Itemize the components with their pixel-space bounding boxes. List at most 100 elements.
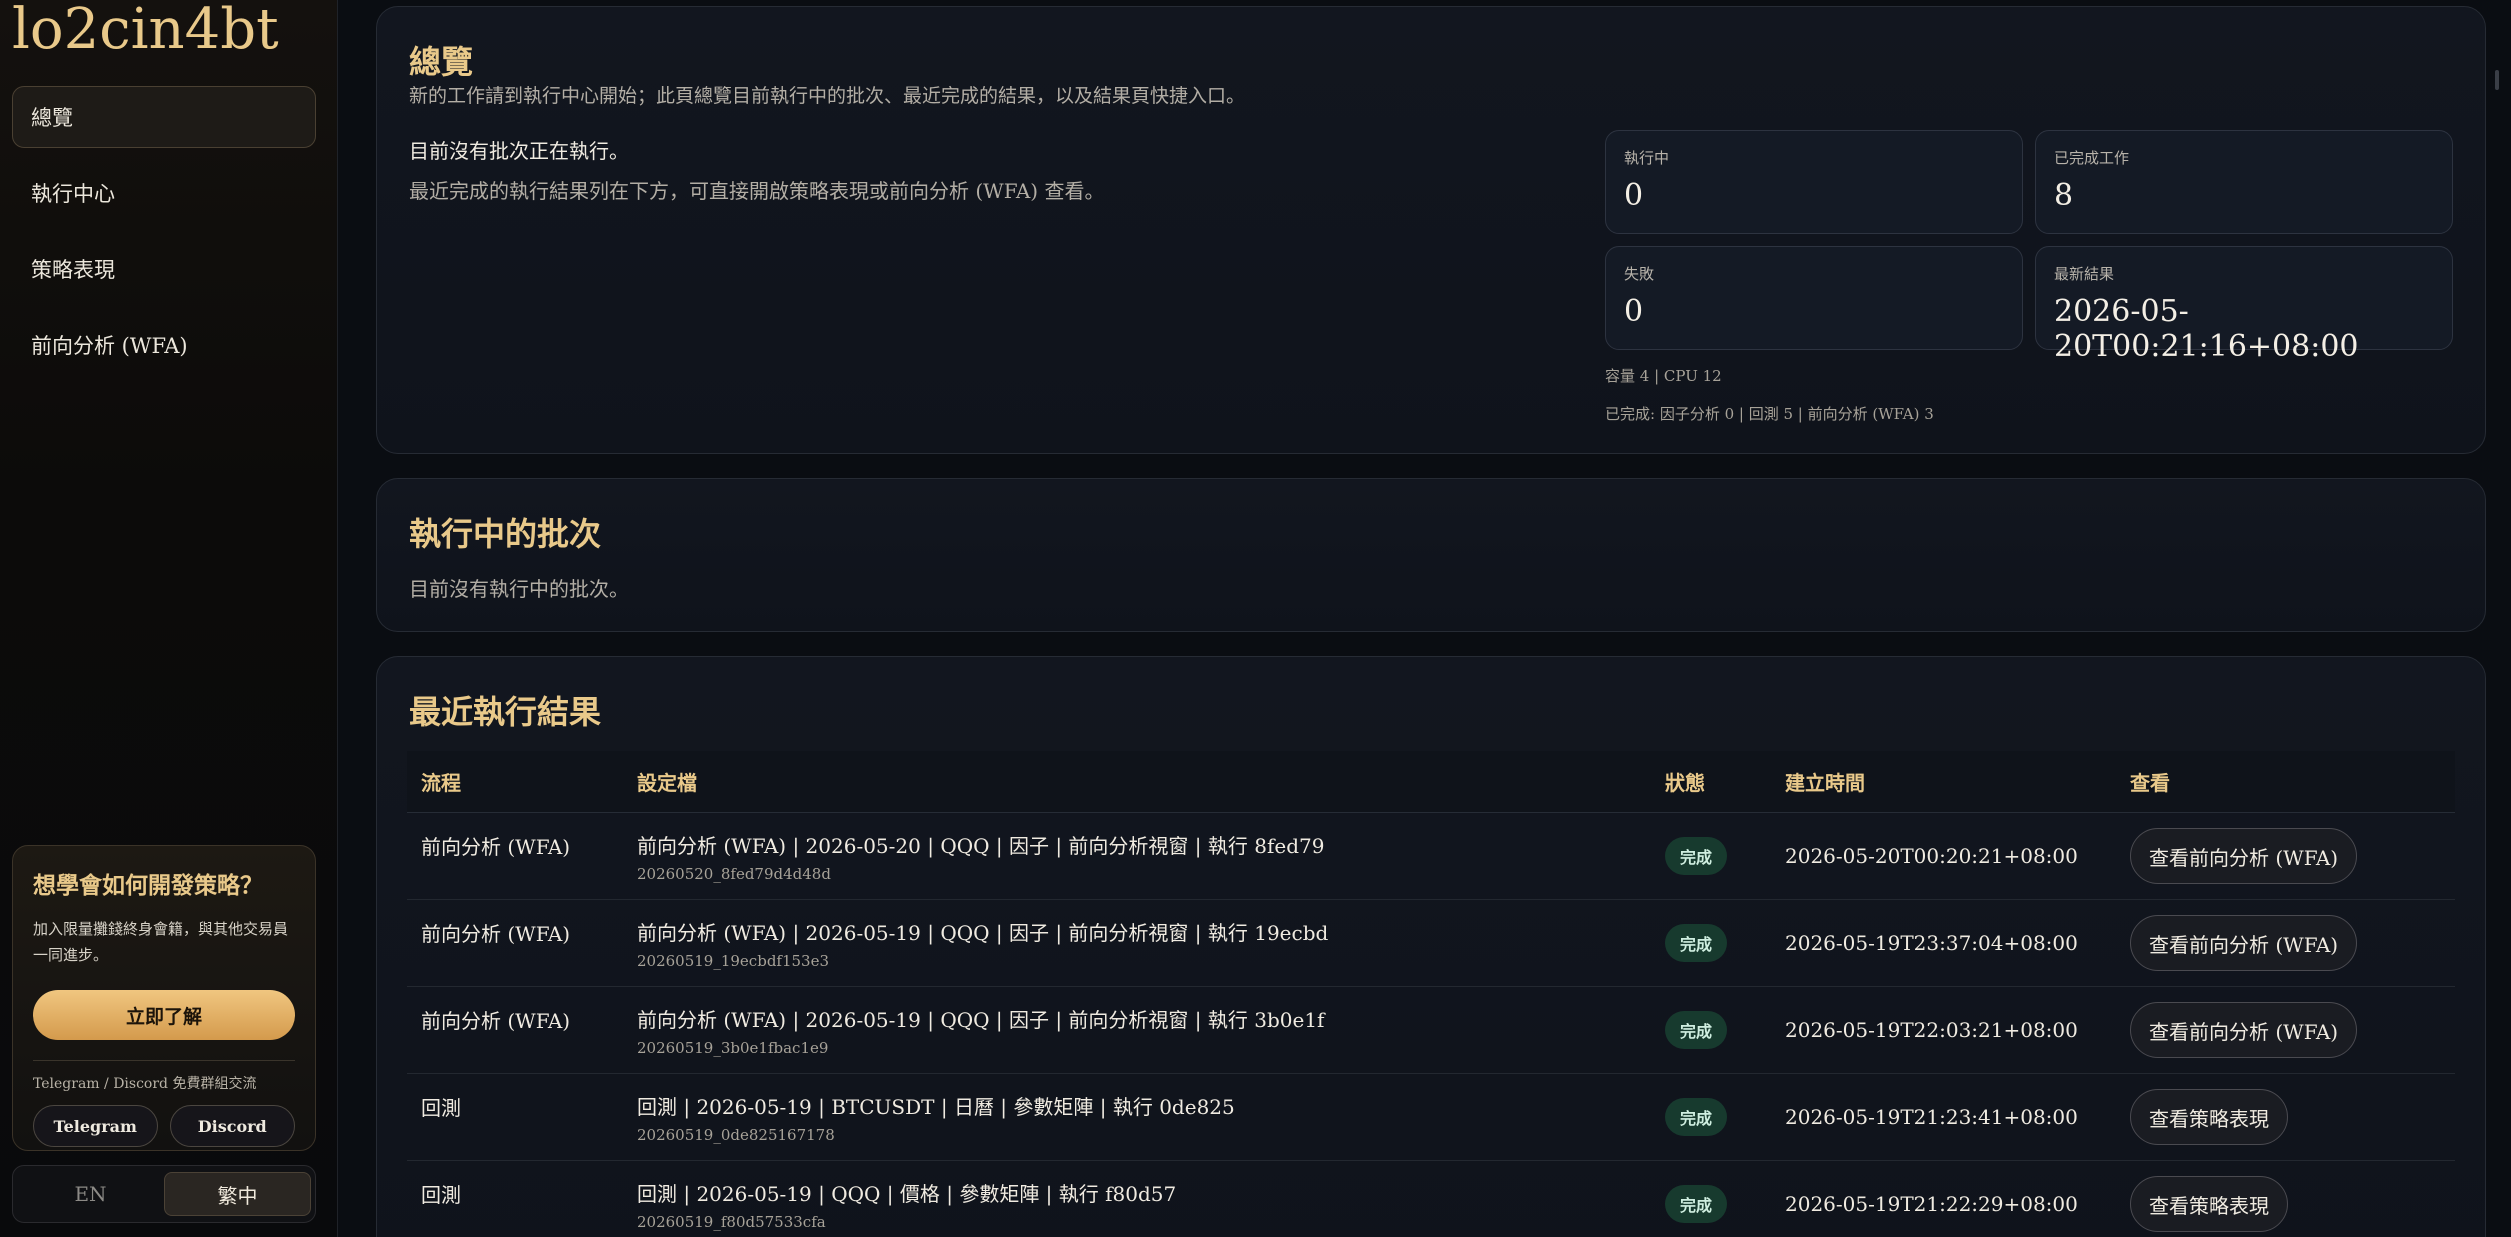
stat-completed-label: 已完成工作 (2054, 149, 2130, 167)
row-flow: 前向分析 (WFA) (421, 835, 571, 859)
completed-breakdown: 已完成: 因子分析 0 | 回測 5 | 前向分析 (WFA) 3 (1605, 405, 1934, 423)
row-view: 查看策略表現 (2130, 1176, 2455, 1232)
row-created: 2026-05-19T21:23:41+08:00 (1785, 1105, 2078, 1129)
view-wfa-button[interactable]: 查看前向分析 (WFA) (2130, 828, 2358, 884)
running-batches-card: 執行中的批次 目前沒有執行中的批次。 (376, 478, 2486, 632)
stat-completed: 已完成工作 8 (2035, 130, 2453, 234)
language-switcher: EN 繁中 (12, 1165, 316, 1223)
row-status: 完成 (1665, 837, 1785, 875)
running-batches-title: 執行中的批次 (409, 515, 602, 553)
status-badge: 完成 (1665, 1185, 1727, 1223)
row-created: 2026-05-20T00:20:21+08:00 (1785, 844, 2078, 868)
discord-button[interactable]: Discord (169, 1105, 295, 1147)
row-config: 回測 | 2026-05-19 | QQQ | 價格 | 參數矩陣 | 執行 f… (637, 1178, 1665, 1231)
stat-running-label: 執行中 (1624, 149, 1670, 167)
row-view: 查看策略表現 (2130, 1089, 2455, 1145)
header-created: 建立時間 (1785, 771, 1865, 795)
table-row: 回測 回測 | 2026-05-19 | QQQ | 價格 | 參數矩陣 | 執… (407, 1161, 2455, 1237)
sidebar-item-execution-center[interactable]: 執行中心 (12, 162, 316, 224)
running-batches-empty: 目前沒有執行中的批次。 (409, 577, 629, 601)
row-flow: 前向分析 (WFA) (421, 922, 571, 946)
view-strategy-button[interactable]: 查看策略表現 (2130, 1089, 2288, 1145)
sidebar-item-overview[interactable]: 總覽 (12, 86, 316, 148)
row-config-id: 20260520_8fed79d4d48d (637, 864, 831, 883)
row-status: 完成 (1665, 924, 1785, 962)
row-config: 前向分析 (WFA) | 2026-05-19 | QQQ | 因子 | 前向分… (637, 917, 1665, 970)
run-status-hint: 最近完成的執行結果列在下方，可直接開啟策略表現或前向分析 (WFA) 查看。 (409, 179, 1105, 203)
row-status: 完成 (1665, 1185, 1785, 1223)
promo-divider (33, 1060, 295, 1061)
stat-running-value: 0 (1624, 178, 1644, 213)
stat-completed-value: 8 (2054, 178, 2074, 213)
row-config-name: 回測 | 2026-05-19 | QQQ | 價格 | 參數矩陣 | 執行 f… (637, 1181, 1177, 1206)
sidebar-nav: 總覽 執行中心 策略表現 前向分析 (WFA) (12, 86, 316, 390)
row-config: 前向分析 (WFA) | 2026-05-20 | QQQ | 因子 | 前向分… (637, 830, 1665, 883)
promo-description: 加入限量攤錢終身會籍，與其他交易員一同進步。 (33, 920, 289, 964)
table-header: 流程 設定檔 狀態 建立時間 查看 (407, 751, 2455, 813)
view-wfa-button[interactable]: 查看前向分析 (WFA) (2130, 915, 2358, 971)
recent-results-title: 最近執行結果 (409, 693, 602, 731)
sidebar-item-wfa[interactable]: 前向分析 (WFA) (12, 314, 316, 376)
row-created: 2026-05-19T21:22:29+08:00 (1785, 1192, 2078, 1216)
status-badge: 完成 (1665, 837, 1727, 875)
status-badge: 完成 (1665, 924, 1727, 962)
row-config: 回測 | 2026-05-19 | BTCUSDT | 日曆 | 參數矩陣 | … (637, 1091, 1665, 1144)
page-scrollbar[interactable] (2495, 70, 2499, 90)
brand-logo[interactable]: lo2cin4bt (12, 0, 279, 60)
sidebar-item-strategy-performance[interactable]: 策略表現 (12, 238, 316, 300)
stat-latest-label: 最新結果 (2054, 265, 2115, 283)
row-config-name: 前向分析 (WFA) | 2026-05-20 | QQQ | 因子 | 前向分… (637, 833, 1325, 858)
table-row: 前向分析 (WFA) 前向分析 (WFA) | 2026-05-20 | QQQ… (407, 813, 2455, 900)
stat-failed-value: 0 (1624, 294, 1644, 329)
row-flow: 前向分析 (WFA) (421, 1009, 571, 1033)
community-label: Telegram / Discord 免費群組交流 (33, 1076, 257, 1092)
run-status-text: 目前沒有批次正在執行。 (409, 139, 629, 163)
capacity-info: 容量 4 | CPU 12 (1605, 367, 1722, 385)
row-view: 查看前向分析 (WFA) (2130, 1002, 2455, 1058)
sidebar: lo2cin4bt 總覽 執行中心 策略表現 前向分析 (WFA) 想學會如何開… (0, 0, 338, 1237)
row-config-name: 前向分析 (WFA) | 2026-05-19 | QQQ | 因子 | 前向分… (637, 1007, 1325, 1032)
row-config-name: 回測 | 2026-05-19 | BTCUSDT | 日曆 | 參數矩陣 | … (637, 1094, 1235, 1119)
table-row: 前向分析 (WFA) 前向分析 (WFA) | 2026-05-19 | QQQ… (407, 900, 2455, 987)
view-wfa-button[interactable]: 查看前向分析 (WFA) (2130, 1002, 2358, 1058)
header-config: 設定檔 (637, 771, 697, 795)
row-flow: 回測 (421, 1183, 461, 1207)
telegram-button[interactable]: Telegram (33, 1105, 158, 1147)
main-content: 總覽 新的工作請到執行中心開始；此頁總覽目前執行中的批次、最近完成的結果，以及結… (376, 0, 2486, 1237)
overview-subtitle: 新的工作請到執行中心開始；此頁總覽目前執行中的批次、最近完成的結果，以及結果頁快… (409, 85, 1246, 107)
table-row: 回測 回測 | 2026-05-19 | BTCUSDT | 日曆 | 參數矩陣… (407, 1074, 2455, 1161)
row-config-id: 20260519_3b0e1fbac1e9 (637, 1038, 829, 1057)
row-flow: 回測 (421, 1096, 461, 1120)
overview-title: 總覽 (409, 43, 474, 81)
row-config-id: 20260519_0de825167178 (637, 1125, 835, 1144)
recent-results-table: 流程 設定檔 狀態 建立時間 查看 前向分析 (WFA) 前向分析 (WFA) … (407, 751, 2455, 1237)
row-created: 2026-05-19T22:03:21+08:00 (1785, 1018, 2078, 1042)
overview-card: 總覽 新的工作請到執行中心開始；此頁總覽目前執行中的批次、最近完成的結果，以及結… (376, 6, 2486, 454)
stat-latest-value: 2026-05-20T00:21:16+08:00 (2054, 294, 2359, 364)
promo-title: 想學會如何開發策略？ (33, 872, 263, 899)
lang-zh-button[interactable]: 繁中 (164, 1172, 311, 1216)
status-badge: 完成 (1665, 1098, 1727, 1136)
row-created: 2026-05-19T23:37:04+08:00 (1785, 931, 2078, 955)
row-status: 完成 (1665, 1011, 1785, 1049)
lang-en-button[interactable]: EN (17, 1172, 164, 1216)
stat-running: 執行中 0 (1605, 130, 2023, 234)
row-view: 查看前向分析 (WFA) (2130, 915, 2455, 971)
row-config-id: 20260519_f80d57533cfa (637, 1212, 826, 1231)
stat-failed-label: 失敗 (1624, 265, 1655, 283)
row-config-id: 20260519_19ecbdf153e3 (637, 951, 830, 970)
header-status: 狀態 (1665, 771, 1705, 795)
view-strategy-button[interactable]: 查看策略表現 (2130, 1176, 2288, 1232)
stat-latest: 最新結果 2026-05-20T00:21:16+08:00 (2035, 246, 2453, 364)
promo-card: 想學會如何開發策略？ 加入限量攤錢終身會籍，與其他交易員一同進步。 立即了解 T… (12, 845, 316, 1151)
row-config-name: 前向分析 (WFA) | 2026-05-19 | QQQ | 因子 | 前向分… (637, 920, 1329, 945)
table-row: 前向分析 (WFA) 前向分析 (WFA) | 2026-05-19 | QQQ… (407, 987, 2455, 1074)
status-badge: 完成 (1665, 1011, 1727, 1049)
learn-more-button[interactable]: 立即了解 (33, 990, 295, 1040)
recent-results-card: 最近執行結果 流程 設定檔 狀態 建立時間 查看 前向分析 (WFA) 前向分析… (376, 656, 2486, 1237)
row-view: 查看前向分析 (WFA) (2130, 828, 2455, 884)
row-status: 完成 (1665, 1098, 1785, 1136)
header-flow: 流程 (421, 771, 461, 795)
header-view: 查看 (2130, 771, 2170, 795)
community-links: Telegram Discord (33, 1105, 295, 1147)
